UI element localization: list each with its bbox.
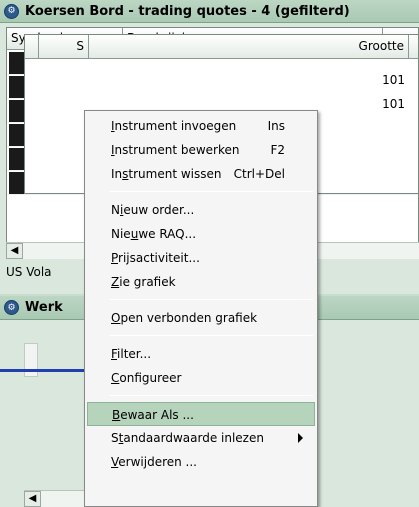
size-cell[interactable]: 101	[315, 97, 405, 111]
menu-separator	[109, 335, 313, 336]
work-window-title: Werk	[25, 300, 63, 315]
menu-separator	[109, 299, 313, 300]
menu-item-open-verbonden-grafiek[interactable]: Open verbonden grafiek	[87, 306, 315, 330]
menu-item-label: Filter...	[111, 347, 152, 361]
menu-item-label: Instrument invoegen	[111, 119, 237, 133]
quotes-window-title: Koersen Bord - trading quotes - 4 (gefil…	[25, 3, 350, 19]
menu-item-label: Zie grafiek	[111, 275, 176, 289]
menu-item-prijsactiviteit[interactable]: Prijsactiviteit...	[87, 246, 315, 270]
menu-item-label: Nieuw order...	[111, 203, 195, 217]
menu-separator	[109, 395, 313, 396]
quotes-window-titlebar[interactable]: ⚙ Koersen Bord - trading quotes - 4 (gef…	[0, 0, 419, 23]
menu-item-verwijderen[interactable]: Verwijderen ...	[87, 450, 315, 474]
quotes-status-text: US Vola	[6, 265, 52, 279]
scroll-left-icon[interactable]: ◀	[24, 491, 41, 507]
menu-item-label: Instrument wissen	[111, 167, 222, 181]
app-logo-icon: ⚙	[4, 3, 19, 19]
work-horizontal-scrollbar[interactable]: ◀	[24, 490, 84, 507]
app-logo-icon: ⚙	[4, 300, 19, 315]
menu-separator	[109, 191, 313, 192]
menu-item-label: Bewaar Als ...	[112, 408, 194, 422]
column-header-s[interactable]: S	[39, 35, 89, 59]
column-header-selector[interactable]	[25, 35, 39, 59]
menu-item-zie-grafiek[interactable]: Zie grafiek	[87, 270, 315, 294]
menu-item-standaardwaarde-inlezen[interactable]: Standaardwaarde inlezen	[87, 426, 315, 450]
menu-item-label: Standaardwaarde inlezen	[111, 431, 264, 445]
menu-item-label: Open verbonden grafiek	[111, 311, 258, 325]
menu-item-filter[interactable]: Filter...	[87, 342, 315, 366]
menu-item-shortcut: Ins	[267, 119, 285, 133]
menu-item-label: Nieuwe RAQ...	[111, 227, 197, 241]
column-header-size[interactable]: Grootte	[89, 35, 409, 59]
menu-item-label: Verwijderen ...	[111, 455, 197, 469]
menu-item-nieuw-order[interactable]: Nieuw order...	[87, 198, 315, 222]
column-header-extra[interactable]	[409, 35, 418, 59]
scroll-left-icon[interactable]: ◀	[6, 243, 23, 259]
menu-item-nieuwe-raq[interactable]: Nieuwe RAQ...	[87, 222, 315, 246]
menu-item-instrument-bewerken[interactable]: Instrument bewerken F2	[87, 138, 315, 162]
menu-item-label: Instrument bewerken	[111, 143, 240, 157]
menu-item-bewaar-als[interactable]: Bewaar Als ...	[87, 402, 315, 426]
context-menu: Instrument invoegen Ins Instrument bewerke…	[84, 110, 318, 507]
menu-item-shortcut: F2	[270, 143, 285, 157]
menu-item-instrument-wissen[interactable]: Instrument wissen Ctrl+Del	[87, 162, 315, 186]
menu-item-label: Configureer	[111, 371, 182, 385]
menu-item-shortcut: Ctrl+Del	[233, 167, 285, 181]
menu-item-instrument-invoegen[interactable]: Instrument invoegen Ins	[87, 114, 315, 138]
submenu-arrow-icon	[298, 433, 303, 443]
menu-item-configureer[interactable]: Configureer	[87, 366, 315, 390]
menu-item-label: Prijsactiviteit...	[111, 251, 200, 265]
size-cell[interactable]: 101	[315, 73, 405, 87]
